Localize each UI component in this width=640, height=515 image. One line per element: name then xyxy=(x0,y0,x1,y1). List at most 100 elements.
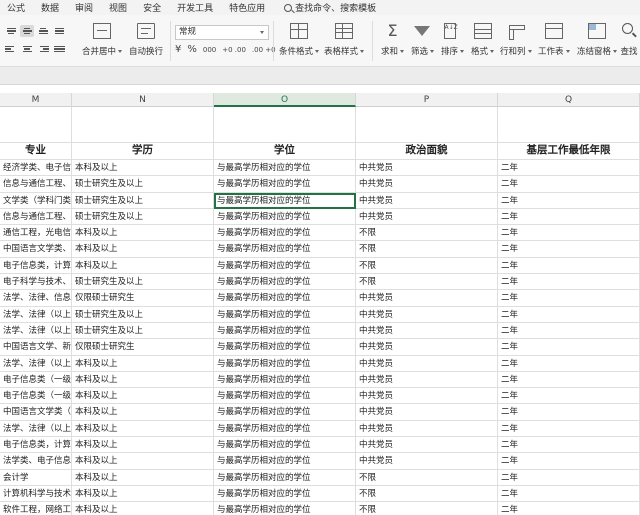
education-cell[interactable]: 硕士研究生及以上 xyxy=(72,322,214,340)
education-cell[interactable]: 本科及以上 xyxy=(72,257,214,275)
degree-cell[interactable]: 与最高学历相对应的学位 xyxy=(214,208,356,226)
merge-center-button[interactable]: 合并居中 xyxy=(82,23,123,57)
education-cell[interactable]: 硕士研究生及以上 xyxy=(72,192,214,209)
min-years-cell[interactable]: 二年 xyxy=(498,322,640,340)
align-bottom-icon[interactable] xyxy=(36,25,50,37)
min-years-cell[interactable]: 二年 xyxy=(498,420,640,438)
major-cell[interactable]: 中国语言文学类（一级 xyxy=(0,404,72,421)
menu-view[interactable]: 视图 xyxy=(109,1,127,14)
major-cell[interactable]: 电子科学与技术、信息 xyxy=(0,274,72,291)
degree-cell[interactable]: 与最高学历相对应的学位 xyxy=(214,404,356,421)
major-cell[interactable]: 法学类、电子信息类 xyxy=(0,453,72,470)
column-header-o[interactable]: O xyxy=(214,93,356,107)
degree-cell[interactable]: 与最高学历相对应的学位 xyxy=(214,160,356,177)
rows-columns-button[interactable]: 行和列 xyxy=(500,23,532,57)
thousands-separator-button[interactable]: 000 xyxy=(203,46,216,54)
education-cell[interactable]: 本科及以上 xyxy=(72,241,214,258)
major-cell[interactable]: 中国语言文学、新闻学 xyxy=(0,339,72,356)
min-years-cell[interactable]: 二年 xyxy=(498,192,640,209)
sum-button[interactable]: Σ 求和 xyxy=(381,23,405,57)
filter-button[interactable]: 筛选 xyxy=(411,23,435,57)
column-header-q[interactable]: Q xyxy=(498,93,640,107)
degree-cell[interactable]: 与最高学历相对应的学位 xyxy=(214,437,356,454)
sort-button[interactable]: A↓Z 排序 xyxy=(441,23,465,57)
education-cell[interactable]: 硕士研究生及以上 xyxy=(72,208,214,226)
education-cell[interactable]: 仅限硕士研究生 xyxy=(72,290,214,307)
min-years-cell[interactable]: 二年 xyxy=(498,274,640,291)
table-cell[interactable] xyxy=(498,107,640,143)
conditional-format-button[interactable]: 条件格式 xyxy=(279,23,320,57)
menu-formulas[interactable]: 公式 xyxy=(7,1,25,14)
education-cell[interactable]: 本科及以上 xyxy=(72,355,214,372)
education-cell[interactable]: 本科及以上 xyxy=(72,160,214,177)
menu-review[interactable]: 审阅 xyxy=(75,1,93,14)
education-cell[interactable]: 本科及以上 xyxy=(72,502,214,515)
education-cell[interactable]: 硕士研究生及以上 xyxy=(72,274,214,291)
align-center-icon[interactable] xyxy=(20,43,34,55)
political-status-cell[interactable]: 中共党员 xyxy=(356,306,498,323)
align-right-icon[interactable] xyxy=(36,43,50,55)
degree-cell[interactable]: 与最高学历相对应的学位 xyxy=(214,322,356,340)
table-header-cell[interactable]: 专业 xyxy=(0,143,72,160)
degree-cell[interactable]: 与最高学历相对应的学位 xyxy=(214,225,356,242)
political-status-cell[interactable]: 不限 xyxy=(356,502,498,515)
table-header-cell[interactable]: 基层工作最低年限 xyxy=(498,143,640,160)
major-cell[interactable]: 软件工程，网络工程 xyxy=(0,502,72,515)
education-cell[interactable]: 仅限硕士研究生 xyxy=(72,339,214,356)
min-years-cell[interactable]: 二年 xyxy=(498,339,640,356)
degree-cell[interactable]: 与最高学历相对应的学位 xyxy=(214,176,356,193)
percent-button[interactable]: % xyxy=(187,44,197,55)
political-status-cell[interactable]: 中共党员 xyxy=(356,290,498,307)
spreadsheet-grid[interactable]: MNOPQ 专业 学历 学位 政治面貌 基层工作最低年限 经济学类、电子信息 本科及以上 与最… xyxy=(0,93,640,515)
political-status-cell[interactable]: 不限 xyxy=(356,274,498,291)
major-cell[interactable]: 法学、法律（以上均 xyxy=(0,420,72,438)
table-header-cell[interactable]: 政治面貌 xyxy=(356,143,498,160)
column-header-n[interactable]: N xyxy=(72,93,214,107)
table-cell[interactable] xyxy=(356,107,498,143)
political-status-cell[interactable]: 中共党员 xyxy=(356,339,498,356)
degree-cell[interactable]: 与最高学历相对应的学位 xyxy=(214,485,356,503)
min-years-cell[interactable]: 二年 xyxy=(498,437,640,454)
political-status-cell[interactable]: 中共党员 xyxy=(356,192,498,209)
menu-data[interactable]: 数据 xyxy=(41,1,59,14)
menu-special[interactable]: 特色应用 xyxy=(229,1,265,14)
align-middle-icon[interactable] xyxy=(20,25,34,37)
degree-cell[interactable]: 与最高学历相对应的学位 xyxy=(214,339,356,356)
political-status-cell[interactable]: 不限 xyxy=(356,469,498,486)
political-status-cell[interactable]: 中共党员 xyxy=(356,322,498,340)
formula-bar[interactable] xyxy=(0,67,640,85)
min-years-cell[interactable]: 二年 xyxy=(498,306,640,323)
min-years-cell[interactable]: 二年 xyxy=(498,371,640,389)
major-cell[interactable]: 会计学 xyxy=(0,469,72,486)
format-button[interactable]: 格式 xyxy=(471,23,495,57)
menu-developer[interactable]: 开发工具 xyxy=(177,1,213,14)
major-cell[interactable]: 电子信息类（一级学科 xyxy=(0,388,72,405)
currency-button[interactable]: ¥ xyxy=(175,44,181,55)
degree-cell[interactable]: 与最高学历相对应的学位 xyxy=(214,420,356,438)
min-years-cell[interactable]: 二年 xyxy=(498,257,640,275)
table-header-cell[interactable]: 学历 xyxy=(72,143,214,160)
min-years-cell[interactable]: 二年 xyxy=(498,502,640,515)
freeze-panes-button[interactable]: 冻结窗格 xyxy=(577,23,618,57)
degree-cell[interactable]: 与最高学历相对应的学位 xyxy=(214,469,356,486)
min-years-cell[interactable]: 二年 xyxy=(498,160,640,177)
degree-cell[interactable]: 与最高学历相对应的学位 xyxy=(214,502,356,515)
major-cell[interactable]: 信息与通信工程、计算 xyxy=(0,208,72,226)
degree-cell[interactable]: 与最高学历相对应的学位 xyxy=(214,241,356,258)
major-cell[interactable]: 电子信息类，计算机类 xyxy=(0,257,72,275)
education-cell[interactable]: 本科及以上 xyxy=(72,225,214,242)
education-cell[interactable]: 本科及以上 xyxy=(72,404,214,421)
table-style-button[interactable]: 表格样式 xyxy=(324,23,365,57)
political-status-cell[interactable]: 不限 xyxy=(356,241,498,258)
major-cell[interactable]: 电子信息类，计算机类 xyxy=(0,437,72,454)
min-years-cell[interactable]: 二年 xyxy=(498,241,640,258)
major-cell[interactable]: 信息与通信工程、计算 xyxy=(0,176,72,193)
major-cell[interactable]: 经济学类、电子信息 xyxy=(0,160,72,177)
degree-cell[interactable]: 与最高学历相对应的学位 xyxy=(214,290,356,307)
min-years-cell[interactable]: 二年 xyxy=(498,225,640,242)
education-cell[interactable]: 本科及以上 xyxy=(72,469,214,486)
increase-decimal-button[interactable]: +0 .00 xyxy=(222,46,246,54)
major-cell[interactable]: 法学、法律（以上均 xyxy=(0,355,72,372)
political-status-cell[interactable]: 中共党员 xyxy=(356,437,498,454)
orientation-icon[interactable] xyxy=(52,25,66,37)
